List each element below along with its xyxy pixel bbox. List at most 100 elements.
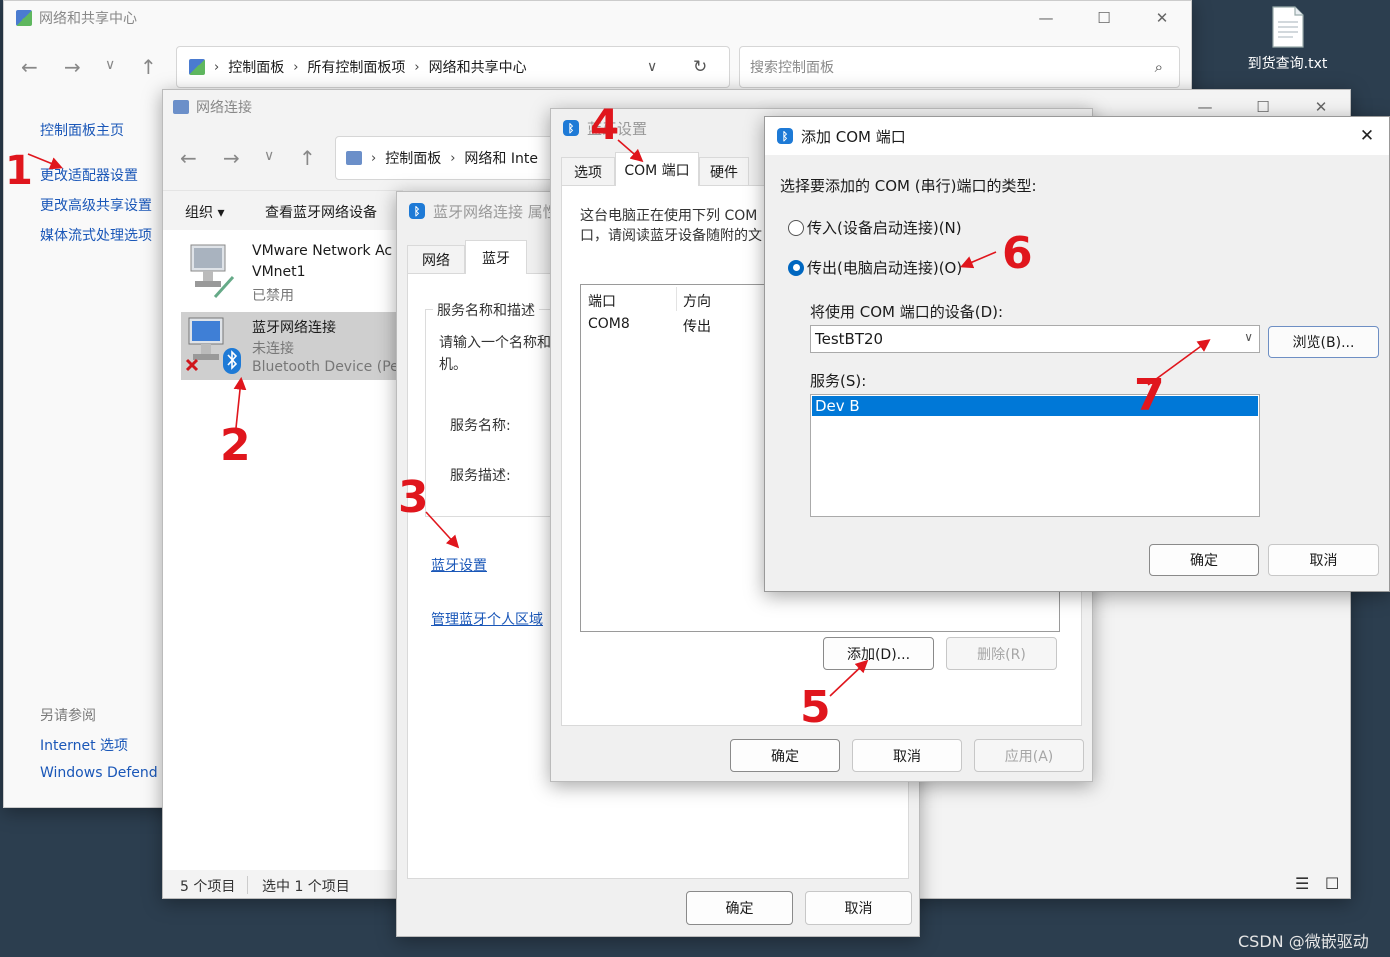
side-link-home[interactable]: 控制面板主页	[40, 120, 124, 140]
search-placeholder: 搜索控制面板	[750, 60, 834, 76]
radio-incoming-label: 传入(设备启动连接)(N)	[807, 219, 962, 237]
maximize-icon[interactable]: ☐	[1075, 1, 1133, 35]
back-icon[interactable]: ←	[180, 146, 197, 170]
tab-options[interactable]: 选项	[561, 157, 615, 185]
side-link-adapter[interactable]: 更改适配器设置	[40, 165, 138, 185]
status-divider	[247, 876, 248, 894]
add-com-dialog: ᛒ 添加 COM 端口 ✕ 选择要添加的 COM (串行)端口的类型: 传入(设…	[764, 116, 1390, 592]
breadcrumb-item[interactable]: 网络和共享中心	[429, 57, 527, 77]
recent-chevron-icon[interactable]: ∨	[105, 57, 115, 73]
search-input[interactable]: 搜索控制面板 ⌕	[739, 46, 1180, 88]
annotation-1: 1	[5, 148, 33, 194]
breadcrumb-item[interactable]: 所有控制面板项	[307, 57, 405, 77]
breadcrumb-item[interactable]: 控制面板	[228, 57, 284, 77]
window-title: 网络连接	[196, 100, 252, 116]
bluetooth-settings-link[interactable]: 蓝牙设置	[431, 555, 487, 575]
title-bar: ᛒ 添加 COM 端口	[765, 117, 1389, 155]
tiles-view-icon[interactable]: ☐	[1325, 874, 1339, 893]
radio-outgoing-circle[interactable]	[788, 259, 804, 276]
chevron-down-icon[interactable]: ∨	[1244, 330, 1253, 344]
breadcrumb-item[interactable]: 网络和 Inte	[464, 148, 538, 168]
recent-chevron-icon[interactable]: ∨	[264, 148, 274, 164]
forward-icon[interactable]: →	[64, 55, 81, 79]
manage-pan-link[interactable]: 管理蓝牙个人区域	[431, 609, 543, 629]
cancel-button[interactable]: 取消	[1268, 544, 1379, 576]
list-item-bluetooth[interactable]: 蓝牙网络连接 未连接 Bluetooth Device (Pe	[181, 312, 411, 380]
address-dropdown-icon[interactable]: ∨	[647, 59, 657, 75]
window-title: 蓝牙网络连接 属性	[433, 202, 558, 221]
network-icon	[346, 151, 362, 165]
ok-button[interactable]: 确定	[1149, 544, 1259, 576]
service-list[interactable]: Dev B	[810, 394, 1260, 517]
tab-network[interactable]: 网络	[407, 245, 465, 273]
service-item-selected[interactable]: Dev B	[812, 396, 1258, 416]
network-icon	[173, 100, 189, 114]
browse-button[interactable]: 浏览(B)...	[1268, 326, 1379, 358]
network-adapter-icon	[190, 244, 235, 299]
address-bar[interactable]: › 控制面板 › 所有控制面板项 › 网络和共享中心 ∨ ↻	[176, 46, 730, 88]
item-name: VMware Network Ac	[252, 243, 393, 259]
desktop-file-label: 到货查询.txt	[1247, 56, 1328, 72]
details-view-icon[interactable]: ☰	[1295, 874, 1309, 893]
search-icon[interactable]: ⌕	[1155, 58, 1163, 76]
desktop-file[interactable]: 到货查询.txt	[1230, 6, 1345, 76]
annotation-2: 2	[220, 420, 251, 471]
device-select-value: TestBT20	[815, 330, 884, 348]
prompt-text: 选择要添加的 COM (串行)端口的类型:	[780, 177, 1037, 195]
radio-incoming-circle[interactable]	[788, 219, 804, 236]
cancel-button[interactable]: 取消	[852, 739, 962, 772]
cancel-button[interactable]: 取消	[805, 891, 912, 925]
minimize-icon[interactable]: —	[1017, 1, 1075, 35]
text-file-icon	[1271, 6, 1304, 48]
list-item-vmware[interactable]: VMware Network Ac VMnet1 已禁用	[181, 237, 411, 307]
close-icon[interactable]: ✕	[1133, 1, 1191, 35]
breadcrumb-separator: ›	[450, 150, 456, 166]
tab-hardware[interactable]: 硬件	[699, 157, 749, 185]
prompt-text-2: 机。	[439, 357, 467, 373]
bluetooth-icon: ᛒ	[563, 120, 579, 136]
bluetooth-network-icon	[185, 317, 241, 374]
item-sub: 未连接	[252, 341, 294, 357]
see-also-title: 另请参阅	[40, 708, 96, 724]
side-link-sharing[interactable]: 更改高级共享设置	[40, 195, 152, 215]
breadcrumb-separator: ›	[414, 59, 420, 75]
side-link-media[interactable]: 媒体流式处理选项	[40, 225, 152, 245]
refresh-icon[interactable]: ↻	[693, 57, 707, 77]
forward-icon[interactable]: →	[223, 146, 240, 170]
ok-button[interactable]: 确定	[686, 891, 793, 925]
bluetooth-icon: ᛒ	[409, 203, 425, 219]
up-icon[interactable]: ↑	[140, 55, 157, 79]
breadcrumb-separator: ›	[214, 59, 220, 75]
close-icon[interactable]: ✕	[1345, 119, 1389, 153]
radio-incoming[interactable]: 传入(设备启动连接)(N)	[788, 217, 962, 238]
watermark: CSDN @微嵌驱动	[1238, 932, 1369, 951]
column-header-direction[interactable]: 方向	[683, 291, 711, 311]
see-also-internet[interactable]: Internet 选项	[40, 735, 128, 755]
item-name: 蓝牙网络连接	[252, 320, 336, 336]
breadcrumb-item[interactable]: 控制面板	[385, 148, 441, 168]
tab-bluetooth[interactable]: 蓝牙	[465, 240, 527, 274]
ok-button[interactable]: 确定	[730, 739, 840, 772]
prompt-text: 请输入一个名称和	[439, 335, 551, 351]
remove-button[interactable]: 删除(R)	[946, 637, 1057, 670]
organize-menu[interactable]: 组织 ▾	[185, 202, 224, 222]
cell-direction: 传出	[683, 319, 711, 335]
status-count: 5 个项目	[180, 879, 236, 895]
add-button[interactable]: 添加(D)...	[823, 637, 934, 670]
breadcrumb-separator: ›	[371, 150, 377, 166]
status-selected: 选中 1 个项目	[262, 879, 350, 895]
radio-outgoing[interactable]: 传出(电脑启动连接)(O)	[788, 257, 962, 278]
device-label: 将使用 COM 端口的设备(D):	[810, 303, 1004, 321]
radio-outgoing-label: 传出(电脑启动连接)(O)	[807, 259, 963, 277]
apply-button[interactable]: 应用(A)	[974, 739, 1084, 772]
back-icon[interactable]: ←	[21, 55, 38, 79]
device-select[interactable]: TestBT20 ∨	[810, 325, 1260, 353]
window-title: 添加 COM 端口	[801, 127, 906, 146]
tab-com-ports[interactable]: COM 端口	[615, 152, 699, 186]
column-header-port[interactable]: 端口	[588, 291, 616, 311]
group-title: 服务名称和描述	[433, 300, 539, 320]
view-bt-devices-button[interactable]: 查看蓝牙网络设备	[265, 202, 377, 222]
see-also-defender[interactable]: Windows Defend	[40, 765, 158, 781]
up-icon[interactable]: ↑	[299, 146, 316, 170]
item-status: 已禁用	[252, 288, 294, 304]
